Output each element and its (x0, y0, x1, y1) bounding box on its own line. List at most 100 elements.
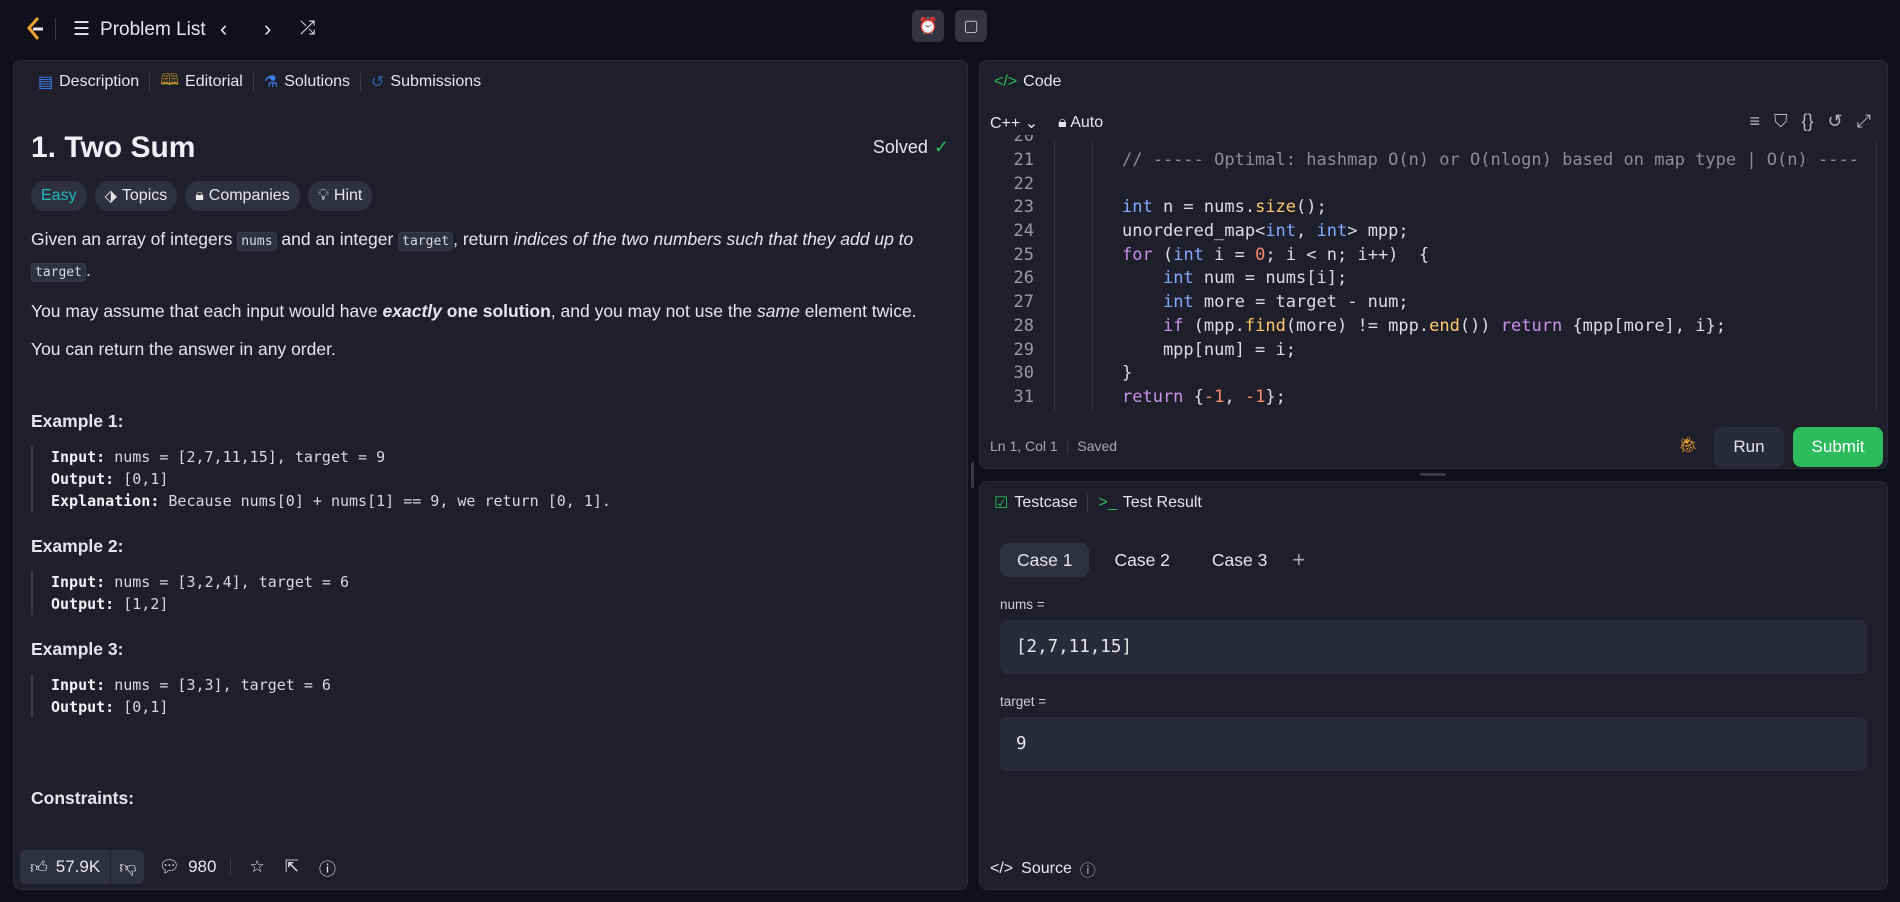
next-problem-button[interactable]: › (264, 16, 271, 42)
tab-test-result[interactable]: >_ Test Result (1088, 494, 1211, 512)
example-block: Input: nums = [3,3], target = 6 Output: [… (31, 674, 949, 718)
expand-icon[interactable]: ⤢ (1857, 111, 1871, 132)
share-button[interactable]: ⇱ (285, 857, 299, 877)
timer-button[interactable]: ⏰ (912, 10, 944, 42)
thumbs-down-icon: 👎︎ (119, 857, 137, 877)
format-icon[interactable]: ≡ (1749, 111, 1760, 132)
tab-solutions[interactable]: ⚗ Solutions (254, 72, 360, 92)
add-case-icon[interactable]: + (1292, 547, 1305, 573)
code-editor[interactable]: 20 21// ----- Optimal: hashmap O(n) or O… (980, 135, 1887, 410)
case-tab-1[interactable]: Case 1 (1000, 543, 1090, 577)
panel-resize-handle[interactable] (971, 462, 974, 488)
star-icon: ☆ (249, 857, 265, 876)
difficulty-badge: Easy (31, 181, 87, 211)
source-label: Source (1021, 860, 1072, 877)
favorite-button[interactable]: ☆ (249, 857, 264, 877)
description-paragraph: You may assume that each input would hav… (31, 301, 917, 321)
example-block: Input: nums = [3,2,4], target = 6 Output:… (31, 571, 949, 615)
chip-label: Companies (208, 187, 290, 204)
top-bar: ☰ Problem List ‹ › ⤮ ⏰ ▢ (0, 0, 1900, 60)
target-input[interactable]: 9 (1000, 717, 1867, 771)
example-line: Output: [0,1] (51, 470, 169, 488)
problem-list-label: Problem List (100, 18, 206, 40)
tag-icon: ⬗ (104, 188, 117, 205)
language-select[interactable]: C++ ⌄ (990, 113, 1038, 133)
run-button[interactable]: Run (1714, 427, 1784, 467)
help-circle-icon: ⓘ (318, 859, 336, 879)
nums-input[interactable]: [2,7,11,15] (1000, 620, 1867, 674)
save-status: Saved (1077, 438, 1118, 454)
source-button[interactable]: </> Source ⓘ (990, 857, 1096, 881)
tab-editorial[interactable]: 🕮 Editorial (150, 69, 253, 96)
scrollbar[interactable] (1876, 141, 1877, 411)
flask-icon: ⚗ (263, 74, 279, 91)
panel-resize-handle[interactable] (1420, 473, 1446, 476)
tab-label: Description (59, 73, 140, 90)
note-icon: ▢ (963, 18, 979, 35)
companies-chip[interactable]: 🔒︎ Companies (185, 181, 300, 211)
terminal-icon: >_ (1098, 494, 1117, 511)
code-icon: </> (994, 73, 1018, 90)
topics-chip[interactable]: ⬗ Topics (94, 181, 178, 211)
reset-icon[interactable]: ↺ (1828, 111, 1843, 132)
problem-title[interactable]: 1. Two Sum (31, 131, 949, 165)
target-label: target = (1000, 694, 1047, 709)
help-button[interactable]: ⓘ (319, 855, 336, 880)
description-footer: 👍︎ 57.9K 👎︎ 💬︎ 980 ☆ ⇱ ⓘ (14, 845, 967, 889)
debugger-icon[interactable]: 🐞︎ (1678, 435, 1698, 455)
lightbulb-icon: 💡︎ (317, 187, 329, 204)
example-line: Output: [0,1] (51, 698, 169, 716)
example-line: Input: nums = [3,3], target = 6 (51, 676, 331, 694)
lock-icon: 🔒︎ (195, 187, 204, 204)
nums-label: nums = (1000, 597, 1045, 612)
tab-submissions[interactable]: ↺ Submissions (361, 72, 491, 92)
tab-description[interactable]: ▤ Description (28, 72, 149, 92)
bookmark-icon[interactable]: ⛉ (1774, 111, 1788, 132)
tab-label: Testcase (1014, 494, 1078, 511)
dislike-button[interactable]: 👎︎ (111, 857, 144, 878)
divider (55, 18, 56, 40)
tab-label: Code (1023, 73, 1062, 90)
case-tab-2[interactable]: Case 2 (1097, 543, 1186, 577)
random-problem-button[interactable]: ⤮ (300, 18, 315, 40)
example-line: Input: nums = [3,2,4], target = 6 (51, 573, 350, 591)
description-tabs: ▤ Description 🕮 Editorial ⚗ Solutions ↺ Subm… (14, 61, 967, 103)
example-line: Explanation: Because nums[0] + nums[1] =… (51, 492, 611, 510)
comments-button[interactable]: 💬︎ 980 (158, 857, 216, 877)
constraints-heading: Constraints: (31, 788, 135, 808)
lock-icon: 🔒︎ (1058, 114, 1067, 131)
code-panel: </> Code C++ ⌄ 🔒︎ Auto ≡ ⛉ {} ↺ ⤢ 20 21//… (979, 60, 1888, 469)
example-heading: Example 3: (31, 639, 124, 659)
tab-testcase[interactable]: ☑ Testcase (994, 493, 1087, 513)
example-heading: Example 2: (31, 536, 124, 556)
like-count: 57.9K (55, 856, 101, 876)
tab-label: Editorial (185, 73, 243, 90)
braces-icon[interactable]: {} (1801, 111, 1813, 132)
book-icon: 🕮 (160, 71, 180, 89)
testcase-panel: ☑ Testcase >_ Test Result Case 1 Case 2 Ca… (979, 481, 1888, 890)
tab-label: Submissions (390, 73, 482, 90)
list-icon: ☰ (73, 19, 91, 40)
history-icon: ↺ (371, 74, 385, 91)
example-heading: Example 1: (31, 411, 124, 431)
case-tab-3[interactable]: Case 3 (1195, 543, 1284, 577)
thumbs-up-icon: 👍︎ (30, 857, 48, 877)
submit-button[interactable]: Submit (1793, 427, 1883, 467)
example-block: Input: nums = [2,7,11,15], target = 9 Out… (31, 446, 949, 512)
test-tabs: ☑ Testcase >_ Test Result (980, 482, 1887, 524)
tab-code[interactable]: </> Code (994, 73, 1071, 91)
leetcode-logo-icon[interactable] (24, 16, 46, 42)
chevron-left-icon: ‹ (220, 16, 228, 41)
like-button[interactable]: 👍︎ 57.9K (20, 857, 110, 878)
cursor-position: Ln 1, Col 1 (990, 438, 1058, 454)
example-line: Input: nums = [2,7,11,15], target = 9 (51, 448, 386, 466)
description-paragraph: You can return the answer in any order. (31, 339, 336, 359)
chip-label: Hint (333, 187, 363, 204)
hint-chip[interactable]: 💡︎ Hint (307, 181, 373, 211)
solved-label: Solved (872, 137, 928, 157)
notes-button[interactable]: ▢ (955, 10, 987, 42)
problem-list-button[interactable]: ☰ Problem List (73, 18, 206, 41)
auto-mode-toggle[interactable]: 🔒︎ Auto (1058, 114, 1103, 132)
prev-problem-button[interactable]: ‹ (220, 16, 227, 42)
like-group: 👍︎ 57.9K 👎︎ (20, 850, 145, 884)
